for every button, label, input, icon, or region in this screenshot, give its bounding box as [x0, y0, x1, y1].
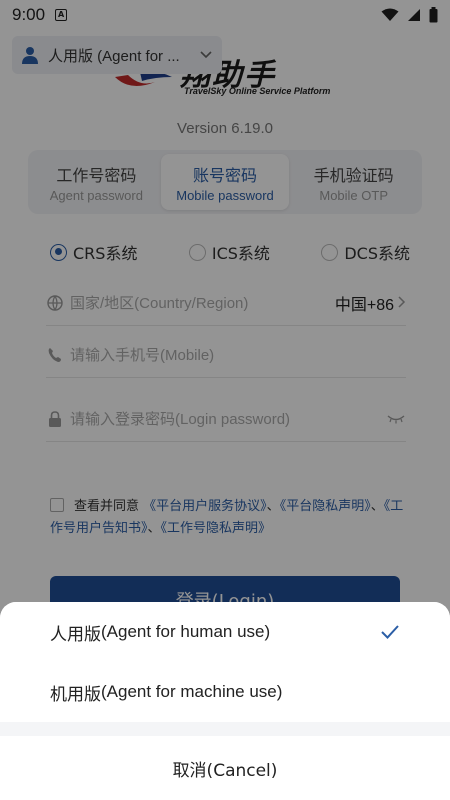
option-label-en: (Agent for machine use) — [101, 682, 283, 701]
option-label-en: (Agent for human use) — [101, 622, 271, 641]
mode-bottom-sheet: 人用版 (Agent for human use) 机用版 (Agent for… — [0, 602, 450, 800]
check-icon — [381, 625, 399, 639]
option-label-zh: 机用版 — [50, 684, 101, 705]
option-human-use[interactable]: 人用版 (Agent for human use) — [0, 602, 450, 662]
option-machine-use[interactable]: 机用版 (Agent for machine use) — [0, 662, 450, 722]
cancel-button[interactable]: 取消(Cancel) — [0, 736, 450, 800]
option-label-zh: 人用版 — [50, 624, 101, 645]
